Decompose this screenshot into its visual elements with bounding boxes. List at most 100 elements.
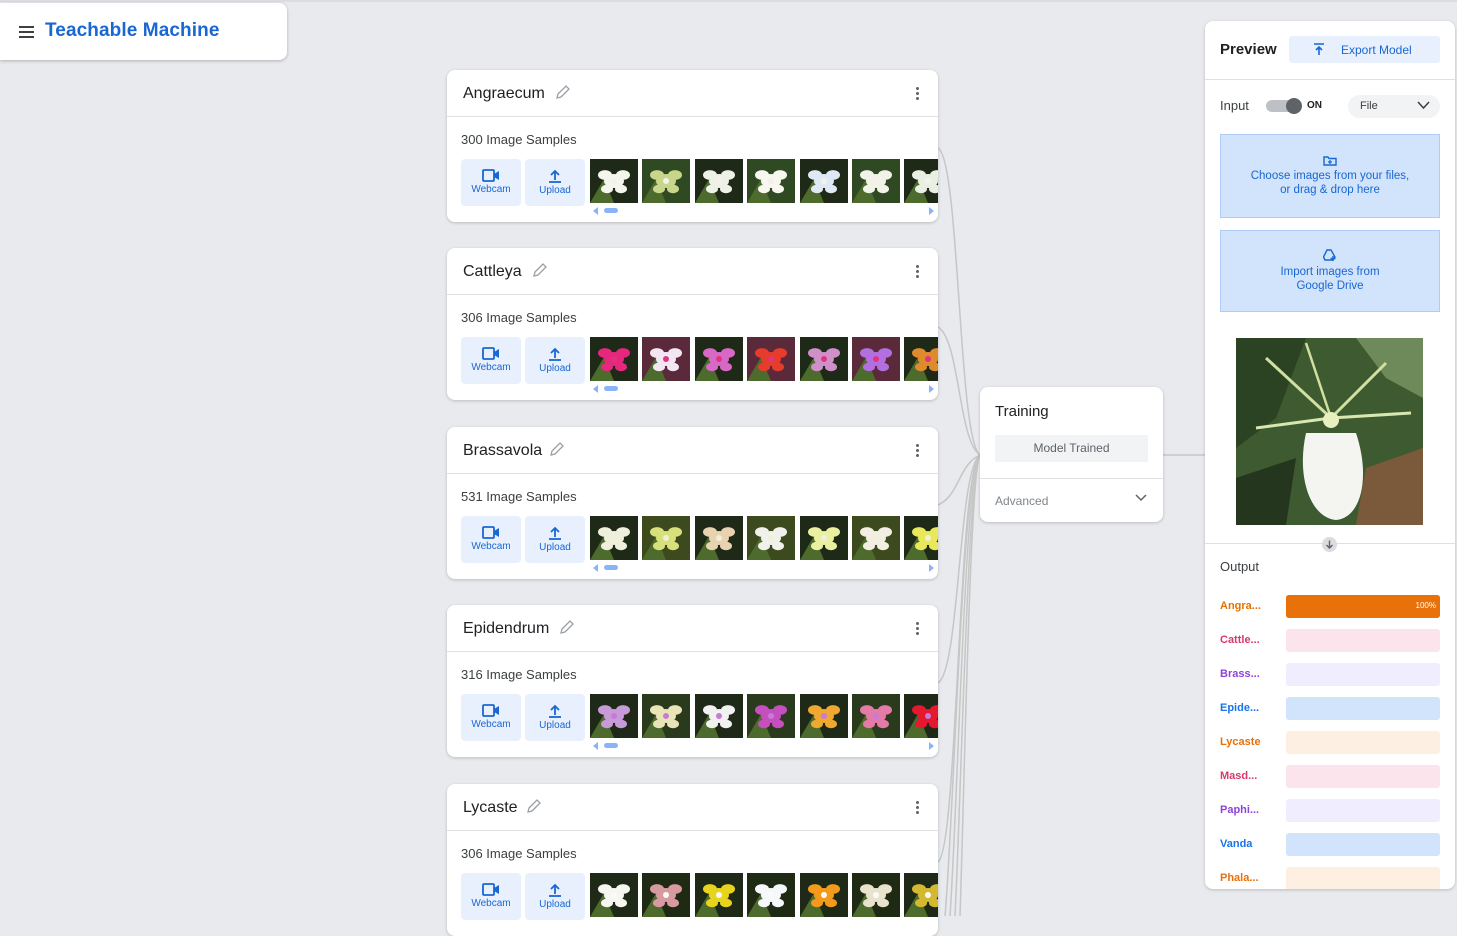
edit-pencil-icon[interactable] xyxy=(525,797,543,815)
sample-thumbnail[interactable] xyxy=(747,873,796,917)
more-options-icon[interactable] xyxy=(916,444,920,459)
scroll-left-icon[interactable] xyxy=(593,385,598,393)
file-drop-zone[interactable]: Choose images from your files, or drag &… xyxy=(1220,134,1440,218)
thumbnail-strip[interactable] xyxy=(590,159,938,203)
more-options-icon[interactable] xyxy=(916,622,920,637)
sample-thumbnail[interactable] xyxy=(904,694,938,738)
sample-thumbnail[interactable] xyxy=(590,694,638,738)
scroll-left-icon[interactable] xyxy=(593,564,598,572)
sample-thumbnail[interactable] xyxy=(852,159,900,203)
scroll-right-icon[interactable] xyxy=(929,207,934,215)
app-title[interactable]: Teachable Machine xyxy=(45,20,220,42)
scrollbar-thumb[interactable] xyxy=(604,386,618,391)
toggle-state: ON xyxy=(1307,100,1322,111)
output-title: Output xyxy=(1220,559,1260,574)
sample-thumbnail[interactable] xyxy=(694,873,743,917)
google-drive-import[interactable]: Import images from Google Drive xyxy=(1220,230,1440,312)
sample-thumbnail[interactable] xyxy=(852,873,900,917)
sample-thumbnail[interactable] xyxy=(904,873,938,917)
sample-thumbnail[interactable] xyxy=(747,159,796,203)
upload-button[interactable]: Upload xyxy=(525,337,585,384)
output-percent: 100% xyxy=(1415,601,1436,610)
scrollbar-thumb[interactable] xyxy=(604,743,618,748)
sample-thumbnail[interactable] xyxy=(642,516,691,560)
scroll-left-icon[interactable] xyxy=(593,207,598,215)
sample-thumbnail[interactable] xyxy=(852,337,900,381)
sample-thumbnail[interactable] xyxy=(642,337,691,381)
upload-icon xyxy=(549,883,561,897)
sample-thumbnail[interactable] xyxy=(904,516,938,560)
sample-thumbnail[interactable] xyxy=(747,337,796,381)
thumbnail-strip[interactable] xyxy=(590,873,938,917)
scrollbar-thumb[interactable] xyxy=(604,208,618,213)
export-model-button[interactable]: Export Model xyxy=(1289,36,1440,63)
sample-thumbnail[interactable] xyxy=(799,873,848,917)
sample-thumbnail[interactable] xyxy=(904,337,938,381)
sample-thumbnail[interactable] xyxy=(799,694,848,738)
sample-thumbnail[interactable] xyxy=(590,337,638,381)
sample-thumbnail[interactable] xyxy=(799,159,848,203)
webcam-label: Webcam xyxy=(471,898,511,909)
edit-pencil-icon[interactable] xyxy=(554,83,572,101)
upload-button[interactable]: Upload xyxy=(525,694,585,741)
upload-button[interactable]: Upload xyxy=(525,873,585,920)
sample-thumbnail[interactable] xyxy=(642,873,691,917)
sample-thumbnail[interactable] xyxy=(590,516,638,560)
output-label: Cattle... xyxy=(1220,634,1260,646)
sample-thumbnail[interactable] xyxy=(852,694,900,738)
edit-pencil-icon[interactable] xyxy=(531,261,549,279)
scroll-right-icon[interactable] xyxy=(929,564,934,572)
class-name[interactable]: Cattleya xyxy=(463,263,522,281)
sample-thumbnail[interactable] xyxy=(590,873,638,917)
sample-count: 306 Image Samples xyxy=(461,310,577,325)
input-toggle[interactable] xyxy=(1266,98,1302,114)
output-confidence-bar xyxy=(1286,799,1440,822)
sample-thumbnail[interactable] xyxy=(799,516,848,560)
sample-thumbnail[interactable] xyxy=(694,159,743,203)
thumbnail-strip[interactable] xyxy=(590,694,938,738)
scrollbar-thumb[interactable] xyxy=(604,565,618,570)
output-label: Masd... xyxy=(1220,770,1258,782)
scroll-left-icon[interactable] xyxy=(593,742,598,750)
upload-label: Upload xyxy=(539,720,571,731)
sample-thumbnail[interactable] xyxy=(590,159,638,203)
webcam-button[interactable]: Webcam xyxy=(461,337,521,384)
sample-thumbnail[interactable] xyxy=(852,516,900,560)
class-name[interactable]: Epidendrum xyxy=(463,620,549,638)
class-name[interactable]: Brassavola xyxy=(463,442,542,460)
thumbnail-strip[interactable] xyxy=(590,337,938,381)
sample-thumbnail[interactable] xyxy=(694,694,743,738)
sample-thumbnail[interactable] xyxy=(694,516,743,560)
more-options-icon[interactable] xyxy=(916,265,920,280)
sample-thumbnail[interactable] xyxy=(642,694,691,738)
train-model-button[interactable]: Model Trained xyxy=(995,435,1148,462)
advanced-toggle[interactable]: Advanced xyxy=(995,494,1048,508)
input-source-select[interactable]: File xyxy=(1348,95,1440,118)
source-value: File xyxy=(1360,100,1378,112)
scroll-right-icon[interactable] xyxy=(929,385,934,393)
more-options-icon[interactable] xyxy=(916,801,920,816)
edit-pencil-icon[interactable] xyxy=(548,440,566,458)
sample-thumbnail[interactable] xyxy=(694,337,743,381)
class-name[interactable]: Lycaste xyxy=(463,799,518,817)
webcam-button[interactable]: Webcam xyxy=(461,873,521,920)
upload-button[interactable]: Upload xyxy=(525,159,585,206)
hamburger-menu-icon[interactable] xyxy=(19,26,34,38)
sample-thumbnail[interactable] xyxy=(799,337,848,381)
class-name[interactable]: Angraecum xyxy=(463,85,545,103)
edit-pencil-icon[interactable] xyxy=(558,618,576,636)
scroll-right-icon[interactable] xyxy=(929,742,934,750)
sample-thumbnail[interactable] xyxy=(747,516,796,560)
chevron-down-icon[interactable] xyxy=(1134,493,1148,503)
sample-thumbnail[interactable] xyxy=(747,694,796,738)
thumbnail-strip[interactable] xyxy=(590,516,938,560)
webcam-button[interactable]: Webcam xyxy=(461,516,521,563)
arrow-down-icon xyxy=(1322,537,1337,552)
webcam-button[interactable]: Webcam xyxy=(461,694,521,741)
output-confidence-bar xyxy=(1286,765,1440,788)
sample-thumbnail[interactable] xyxy=(642,159,691,203)
webcam-button[interactable]: Webcam xyxy=(461,159,521,206)
upload-button[interactable]: Upload xyxy=(525,516,585,563)
more-options-icon[interactable] xyxy=(916,87,920,102)
sample-thumbnail[interactable] xyxy=(904,159,938,203)
